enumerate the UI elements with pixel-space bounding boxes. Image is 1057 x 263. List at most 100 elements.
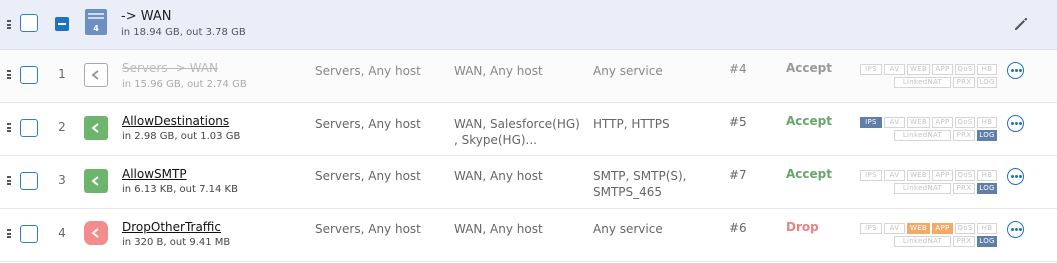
rule-name-link[interactable]: Servers -> WAN xyxy=(122,61,218,75)
tag-web: WEB xyxy=(907,223,930,234)
more-options-icon[interactable] xyxy=(1007,62,1024,79)
tag-ips: IPS xyxy=(860,64,882,75)
rule-traffic: in 320 B, out 9.41 MB xyxy=(122,237,231,248)
rule-action: Accept xyxy=(786,61,832,75)
drag-handle-icon[interactable] xyxy=(7,20,11,29)
share-icon xyxy=(84,116,108,140)
tag-qos: QoS xyxy=(955,223,975,234)
rule-id: #4 xyxy=(729,62,747,76)
drag-handle-icon[interactable] xyxy=(7,70,11,79)
rule-destination: WAN, Any host xyxy=(454,169,543,183)
rule-number: 3 xyxy=(58,173,66,187)
rule-name-link[interactable]: DropOtherTraffic xyxy=(122,220,221,234)
tag-linkednat: LinkedNAT xyxy=(894,183,951,194)
rule-service: Any service xyxy=(593,64,663,78)
rule-feature-tags: IPS AV WEB APP QoS HB LinkedNAT PRX LOG xyxy=(860,170,1000,196)
rule-group-row[interactable]: 4 -> WAN in 18.94 GB, out 3.78 GB xyxy=(0,0,1057,50)
rule-number: 2 xyxy=(58,120,66,134)
tag-hb: HB xyxy=(977,117,997,128)
tag-ips: IPS xyxy=(860,170,882,181)
more-options-icon[interactable] xyxy=(1007,168,1024,185)
drag-handle-icon[interactable] xyxy=(7,123,11,132)
tag-av: AV xyxy=(884,117,905,128)
tag-hb: HB xyxy=(977,170,997,181)
share-icon xyxy=(84,221,108,245)
tag-qos: QoS xyxy=(955,64,975,75)
rule-select-checkbox[interactable] xyxy=(20,172,38,190)
rule-traffic: in 2.98 GB, out 1.03 GB xyxy=(122,131,241,142)
firewall-group-icon: 4 xyxy=(85,9,107,35)
rule-id: #6 xyxy=(729,221,747,235)
pencil-icon[interactable] xyxy=(1012,15,1030,33)
firewall-rules-table: 4 -> WAN in 18.94 GB, out 3.78 GB 1 Serv… xyxy=(0,0,1057,263)
group-traffic: in 18.94 GB, out 3.78 GB xyxy=(121,27,246,38)
share-icon xyxy=(84,63,108,87)
rule-source: Servers, Any host xyxy=(315,222,421,236)
rule-row[interactable]: 3 AllowSMTP in 6.13 KB, out 7.14 KB Serv… xyxy=(0,156,1057,209)
rule-row[interactable]: 2 AllowDestinations in 2.98 GB, out 1.03… xyxy=(0,103,1057,156)
rule-traffic: in 6.13 KB, out 7.14 KB xyxy=(122,184,238,195)
tag-app: APP xyxy=(932,117,953,128)
rule-feature-tags: IPS AV WEB APP QoS HB LinkedNAT PRX LOG xyxy=(860,117,1000,143)
tag-app: APP xyxy=(932,223,953,234)
tag-prx: PRX xyxy=(953,77,975,88)
share-icon xyxy=(84,169,108,193)
tag-qos: QoS xyxy=(955,117,975,128)
rule-row[interactable]: 1 Servers -> WAN in 15.96 GB, out 2.74 G… xyxy=(0,50,1057,103)
rule-name-link[interactable]: AllowSMTP xyxy=(122,167,187,181)
tag-hb: HB xyxy=(977,64,997,75)
more-options-icon[interactable] xyxy=(1007,115,1024,132)
tag-hb: HB xyxy=(977,223,997,234)
rule-id: #5 xyxy=(729,115,747,129)
rule-feature-tags: IPS AV WEB APP QoS HB LinkedNAT PRX LOG xyxy=(860,223,1000,249)
rule-action: Accept xyxy=(786,167,832,181)
rule-service: Any service xyxy=(593,222,663,236)
tag-log: LOG xyxy=(977,236,997,247)
rule-destination: WAN, Any host xyxy=(454,64,543,78)
rule-feature-tags: IPS AV WEB APP QoS HB LinkedNAT PRX LOG xyxy=(860,64,1000,90)
tag-app: APP xyxy=(932,64,953,75)
rule-service: HTTP, HTTPS xyxy=(593,117,670,131)
rule-destination: WAN, Salesforce(HG) , Skype(HG)... xyxy=(454,117,580,147)
rule-service: SMTP, SMTP(S), SMTPS_465 xyxy=(593,169,687,199)
rule-source: Servers, Any host xyxy=(315,169,421,183)
tag-log: LOG xyxy=(977,130,997,141)
rule-action: Drop xyxy=(786,220,819,234)
tag-web: WEB xyxy=(907,117,930,128)
rule-source: Servers, Any host xyxy=(315,117,421,131)
tag-web: WEB xyxy=(907,170,930,181)
tag-linkednat: LinkedNAT xyxy=(894,130,951,141)
tag-linkednat: LinkedNAT xyxy=(894,236,951,247)
tag-log: LOG xyxy=(977,183,997,194)
tag-app: APP xyxy=(932,170,953,181)
rule-select-checkbox[interactable] xyxy=(20,119,38,137)
collapse-group-icon[interactable] xyxy=(55,17,69,31)
tag-web: WEB xyxy=(907,64,930,75)
tag-av: AV xyxy=(884,170,905,181)
rule-id: #7 xyxy=(729,168,747,182)
tag-log: LOG xyxy=(977,77,997,88)
group-select-checkbox[interactable] xyxy=(20,14,38,32)
tag-prx: PRX xyxy=(953,183,975,194)
group-title: -> WAN xyxy=(121,9,172,24)
rule-action: Accept xyxy=(786,114,832,128)
rule-destination: WAN, Any host xyxy=(454,222,543,236)
tag-av: AV xyxy=(884,223,905,234)
tag-av: AV xyxy=(884,64,905,75)
rule-name-link[interactable]: AllowDestinations xyxy=(122,114,229,128)
rule-source: Servers, Any host xyxy=(315,64,421,78)
rule-row[interactable]: 4 DropOtherTraffic in 320 B, out 9.41 MB… xyxy=(0,209,1057,262)
tag-qos: QoS xyxy=(955,170,975,181)
tag-ips: IPS xyxy=(860,117,882,128)
rule-select-checkbox[interactable] xyxy=(20,66,38,84)
rule-select-checkbox[interactable] xyxy=(20,225,38,243)
drag-handle-icon[interactable] xyxy=(7,176,11,185)
rule-number: 4 xyxy=(58,226,66,240)
rule-number: 1 xyxy=(58,67,66,81)
tag-prx: PRX xyxy=(953,236,975,247)
rule-traffic: in 15.96 GB, out 2.74 GB xyxy=(122,79,247,90)
tag-ips: IPS xyxy=(860,223,882,234)
tag-prx: PRX xyxy=(953,130,975,141)
drag-handle-icon[interactable] xyxy=(7,229,11,238)
more-options-icon[interactable] xyxy=(1007,221,1024,238)
